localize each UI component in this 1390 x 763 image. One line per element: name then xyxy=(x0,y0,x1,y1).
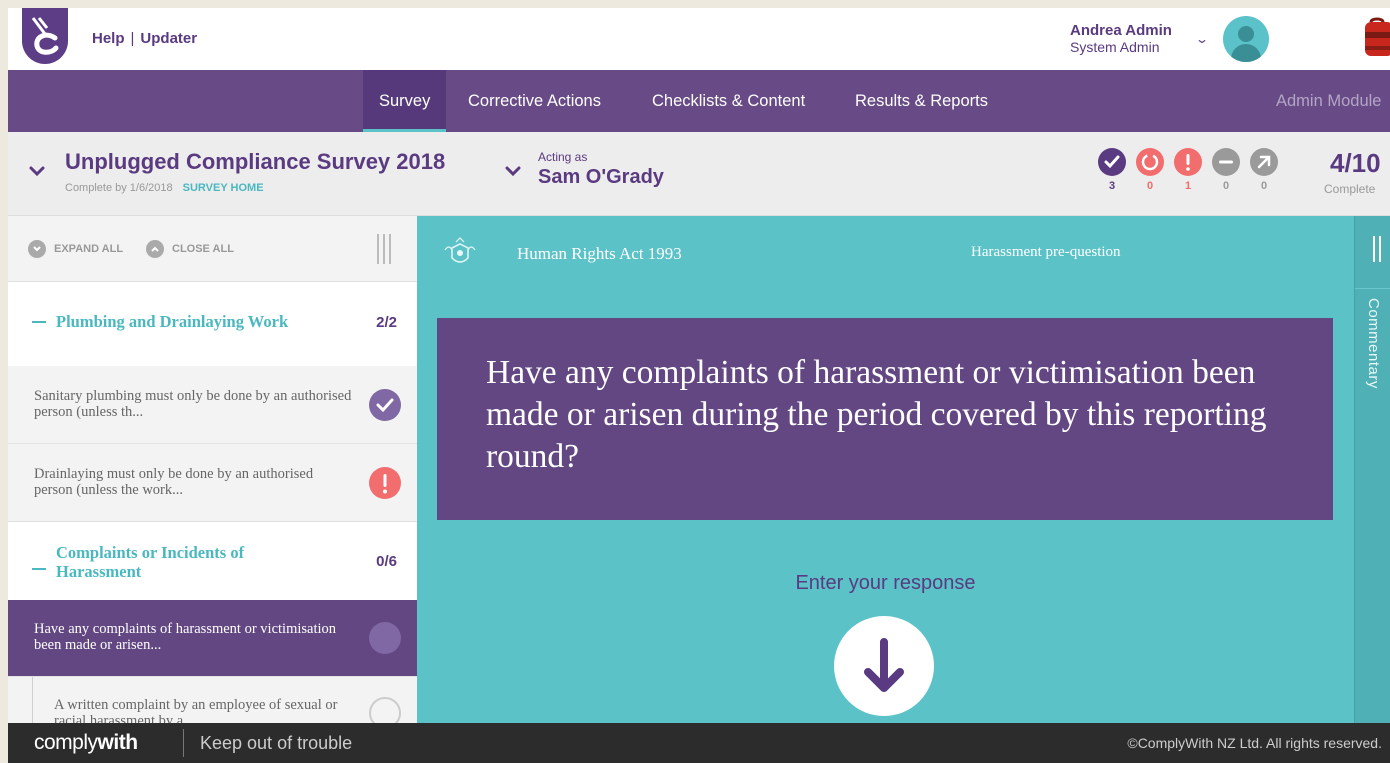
footer-copyright: ©ComplyWith NZ Ltd. All rights reserved. xyxy=(1127,735,1382,751)
stat-complete[interactable]: 3 xyxy=(1096,148,1128,192)
avatar[interactable] xyxy=(1223,16,1269,62)
commentary-resize-handle[interactable] xyxy=(1373,236,1385,262)
commentary-divider xyxy=(1355,288,1390,289)
nz-crest-icon xyxy=(444,237,476,263)
nav-checklists-content[interactable]: Checklists & Content xyxy=(652,70,805,132)
collapse-icon xyxy=(146,240,164,258)
footer-divider xyxy=(183,729,184,757)
bag-icon[interactable] xyxy=(1357,16,1390,60)
user-role: System Admin xyxy=(1070,39,1160,55)
survey-chevron-icon[interactable] xyxy=(28,162,46,180)
empty-circle-icon xyxy=(369,697,401,723)
stat-delegated[interactable]: 0 xyxy=(1248,148,1280,192)
question-item[interactable]: Sanitary plumbing must only be done by a… xyxy=(8,366,417,444)
user-menu[interactable]: Andrea Admin System Admin xyxy=(1070,22,1172,56)
response-prompt: Enter your response xyxy=(795,572,976,594)
question-item-text: Have any complaints of harassment or vic… xyxy=(34,621,337,653)
act-name: Human Rights Act 1993 xyxy=(517,244,682,263)
avatar-body xyxy=(1231,44,1261,62)
link-separator: | xyxy=(130,30,135,47)
commentary-label: Commentary xyxy=(1365,298,1382,389)
question-item-text: A written complaint by an employee of se… xyxy=(54,697,338,723)
nav-survey[interactable]: Survey xyxy=(363,70,447,132)
user-name: Andrea Admin xyxy=(1070,22,1172,39)
question-item-active[interactable]: Have any complaints of harassment or vic… xyxy=(8,600,417,677)
question-card: Have any complaints of harassment or vic… xyxy=(437,318,1333,520)
commentary-panel[interactable]: Commentary xyxy=(1354,216,1390,723)
question-panel: Human Rights Act 1993 Harassment pre-que… xyxy=(417,216,1354,723)
sidebar-tools: EXPAND ALL CLOSE ALL xyxy=(8,216,417,282)
stat-count: 1 xyxy=(1184,180,1192,192)
check-icon xyxy=(1098,148,1126,176)
stat-count: 0 xyxy=(1222,180,1230,192)
alert-icon xyxy=(369,467,401,499)
help-link[interactable]: Help xyxy=(92,30,125,47)
section-title: Plumbing and Drainlaying Work xyxy=(56,312,289,331)
close-all-label: CLOSE ALL xyxy=(172,242,234,255)
stat-count: 3 xyxy=(1108,180,1116,192)
section-plumbing[interactable]: Plumbing and Drainlaying Work 2/2 xyxy=(8,282,417,366)
stat-count: 0 xyxy=(1260,180,1268,192)
main-nav: Survey Corrective Actions Checklists & C… xyxy=(8,70,1390,132)
progress-label: Complete xyxy=(1324,182,1376,196)
complywith-logo[interactable] xyxy=(22,8,68,64)
acting-as-label: Acting as xyxy=(538,150,588,164)
help-links: Help | Updater xyxy=(92,30,197,47)
indent-line xyxy=(32,677,33,723)
stat-in-progress[interactable]: 0 xyxy=(1134,148,1166,192)
unanswered-dot-icon xyxy=(369,622,401,654)
brand-light: comply xyxy=(34,731,98,754)
expand-all-button[interactable]: EXPAND ALL xyxy=(28,240,123,258)
footer-tagline: Keep out of trouble xyxy=(200,733,353,753)
footer-brand: complywith xyxy=(34,731,138,755)
question-sidebar: EXPAND ALL CLOSE ALL Plumbing and Drainl… xyxy=(8,216,417,723)
delegated-icon xyxy=(1250,148,1278,176)
chevron-down-icon[interactable]: ⌄ xyxy=(1195,32,1209,46)
survey-home-link[interactable]: SURVEY HOME xyxy=(183,182,264,194)
brand-bold: with xyxy=(97,731,139,754)
alert-icon xyxy=(1174,148,1202,176)
question-item-text: Drainlaying must only be done by an auth… xyxy=(34,466,314,498)
section-title: Complaints or Incidents of Harassment xyxy=(56,543,245,581)
progress-count: 4/10 xyxy=(1330,148,1381,178)
survey-title: Unplugged Compliance Survey 2018 xyxy=(65,149,446,174)
survey-header: Unplugged Compliance Survey 2018 Complet… xyxy=(8,132,1390,216)
nav-corrective-actions[interactable]: Corrective Actions xyxy=(468,70,601,132)
expand-icon xyxy=(28,240,46,258)
question-label: Harassment pre-question xyxy=(971,244,1121,260)
stat-not-applicable[interactable]: 0 xyxy=(1210,148,1242,192)
nav-results-reports[interactable]: Results & Reports xyxy=(855,70,988,132)
top-header: Help | Updater Andrea Admin System Admin ⌄ xyxy=(8,8,1390,70)
arrow-down-icon xyxy=(864,638,904,692)
collapse-dash-icon xyxy=(32,321,46,323)
complete-by-date: Complete by 1/6/2018 xyxy=(65,182,173,194)
question-item-text: Sanitary plumbing must only be done by a… xyxy=(34,388,352,420)
acting-as-chevron-icon[interactable] xyxy=(504,162,522,180)
close-all-button[interactable]: CLOSE ALL xyxy=(146,240,234,258)
enter-response-button[interactable] xyxy=(834,616,934,716)
acting-as-name[interactable]: Sam O'Grady xyxy=(538,166,664,189)
nav-admin-module[interactable]: Admin Module xyxy=(1276,70,1381,132)
expand-all-label: EXPAND ALL xyxy=(54,242,124,255)
in-progress-icon xyxy=(1136,148,1164,176)
collapse-dash-icon xyxy=(32,568,46,570)
updater-link[interactable]: Updater xyxy=(140,30,197,47)
question-text: Have any complaints of harassment or vic… xyxy=(486,354,1267,475)
question-item[interactable]: Drainlaying must only be done by an auth… xyxy=(8,444,417,522)
stat-count: 0 xyxy=(1146,180,1154,192)
section-harassment[interactable]: Complaints or Incidents of Harassment 0/… xyxy=(8,522,417,600)
sidebar-resize-handle[interactable] xyxy=(377,234,393,264)
check-icon xyxy=(369,389,401,421)
section-count: 2/2 xyxy=(376,314,397,331)
section-count: 0/6 xyxy=(376,553,397,570)
question-item[interactable]: A written complaint by an employee of se… xyxy=(8,677,417,723)
stat-alert[interactable]: 1 xyxy=(1172,148,1204,192)
survey-subtitle: Complete by 1/6/2018 SURVEY HOME xyxy=(65,182,264,194)
not-applicable-icon xyxy=(1212,148,1240,176)
app-frame: Help | Updater Andrea Admin System Admin ⌄… xyxy=(8,8,1390,763)
avatar-head xyxy=(1238,26,1254,42)
footer: complywith Keep out of trouble ©ComplyWi… xyxy=(8,723,1390,763)
